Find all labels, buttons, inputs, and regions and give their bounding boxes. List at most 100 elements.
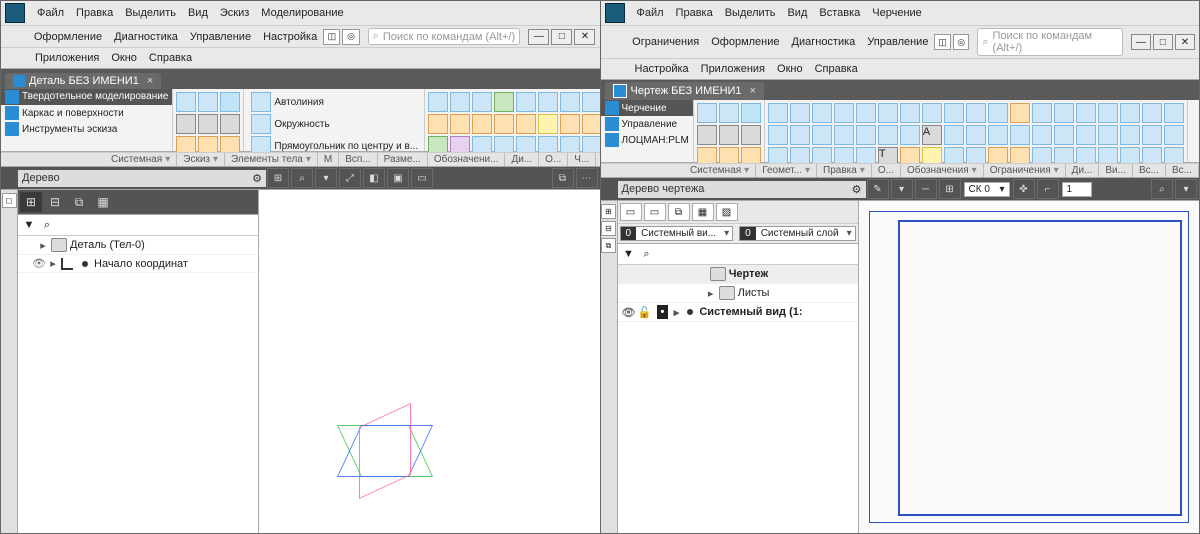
measure-btn[interactable]: ⊞: [267, 168, 289, 188]
shade-btn[interactable]: ▣: [387, 168, 409, 188]
print-icon[interactable]: [176, 114, 196, 134]
tab-close[interactable]: ×: [750, 85, 756, 97]
tab-close[interactable]: ×: [147, 75, 153, 87]
minimize-button[interactable]: —: [528, 29, 549, 45]
close-button[interactable]: ✕: [574, 29, 595, 45]
command-search[interactable]: ⌕ Поиск по командам (Alt+/): [368, 28, 521, 45]
cs-select[interactable]: СК 0▾: [964, 182, 1010, 197]
menu-select[interactable]: Выделить: [119, 5, 182, 21]
tree-mode3[interactable]: ⧉: [68, 192, 90, 212]
disp1[interactable]: ▭: [620, 203, 642, 221]
step-field[interactable]: 1: [1062, 182, 1092, 197]
snap-btn[interactable]: ✜: [1013, 179, 1035, 199]
mode-plm[interactable]: ЛОЦМАН:PLM: [601, 132, 693, 148]
tree-sheets[interactable]: ▸ Листы: [618, 284, 858, 303]
menu-edit[interactable]: Правка: [670, 5, 719, 21]
menu-file[interactable]: Файл: [631, 5, 670, 21]
tree-mode1[interactable]: ⊞: [20, 192, 42, 212]
mode-manage[interactable]: Управление: [601, 116, 693, 132]
maximize-button[interactable]: □: [551, 29, 572, 45]
eye-icon[interactable]: 👁: [622, 306, 638, 319]
menu-view[interactable]: Вид: [182, 5, 214, 21]
menu-design[interactable]: Оформление: [705, 34, 785, 50]
3d-viewport[interactable]: [259, 190, 600, 533]
command-search[interactable]: ⌕ Поиск по командам (Alt+/): [977, 28, 1122, 56]
menu-help[interactable]: Справка: [809, 61, 864, 77]
tree-mode2[interactable]: ⊟: [44, 192, 66, 212]
tree-mode4[interactable]: ▦: [92, 192, 114, 212]
layout-btn[interactable]: ◫: [323, 29, 340, 45]
pencil-btn[interactable]: ✎: [867, 179, 889, 199]
menu-modeling[interactable]: Моделирование: [255, 5, 349, 21]
dd-btn[interactable]: ▾: [891, 179, 913, 199]
eye-icon[interactable]: 👁: [32, 257, 48, 270]
menu-design[interactable]: Оформление: [28, 29, 108, 45]
gear-icon[interactable]: ⚙: [852, 183, 862, 196]
vt1[interactable]: ⊞: [601, 204, 616, 219]
open-icon[interactable]: [198, 92, 218, 112]
mode-wire[interactable]: Каркас и поверхности: [1, 105, 172, 121]
layout-btn[interactable]: ◫: [934, 34, 950, 50]
tree-filter[interactable]: ▼ ⌕: [618, 244, 858, 265]
vt1[interactable]: ◻: [2, 193, 17, 208]
zoom-dd[interactable]: ▾: [315, 168, 337, 188]
document-tab[interactable]: Чертеж БЕЗ ИМЕНИ1 ×: [605, 82, 764, 100]
vt2[interactable]: ⊟: [601, 221, 616, 236]
new-icon[interactable]: [697, 103, 717, 123]
menu-insert[interactable]: Вставка: [813, 5, 866, 21]
2d-viewport[interactable]: [859, 201, 1200, 533]
menu-select[interactable]: Выделить: [719, 5, 782, 21]
save-icon[interactable]: [220, 92, 240, 112]
opts-btn[interactable]: ⋯: [576, 168, 598, 188]
open-icon[interactable]: [719, 103, 739, 123]
grp-sketch[interactable]: Эскиз▾: [177, 153, 225, 166]
mode-drafting[interactable]: Черчение: [601, 100, 693, 116]
tree-root[interactable]: ▸ Деталь (Тел-0): [18, 236, 258, 255]
disp5[interactable]: ▨: [716, 203, 738, 221]
menu-settings[interactable]: Настройка: [257, 29, 323, 45]
cmd-circle[interactable]: Окружность: [246, 113, 422, 135]
tree-sysview[interactable]: 👁 🔓 • ▸ Системный вид (1:: [618, 303, 858, 322]
cmd-autoline[interactable]: Автолиния: [246, 91, 422, 113]
filter-btn[interactable]: ⧉: [552, 168, 574, 188]
menu-window[interactable]: Окно: [105, 50, 143, 66]
disp2[interactable]: ▭: [644, 203, 666, 221]
mode-sketch[interactable]: Инструменты эскиза: [1, 121, 172, 137]
menu-view[interactable]: Вид: [781, 5, 813, 21]
persp-btn[interactable]: ▭: [411, 168, 433, 188]
menu-apps[interactable]: Приложения: [695, 61, 771, 77]
disp3[interactable]: ⧉: [668, 203, 690, 221]
menu-drafting[interactable]: Черчение: [866, 5, 928, 21]
grp-body[interactable]: Элементы тела▾: [225, 153, 318, 166]
zoom-out[interactable]: ⌕: [291, 168, 313, 188]
prop-icon[interactable]: [220, 114, 240, 134]
menu-file[interactable]: Файл: [31, 5, 70, 21]
camera-btn[interactable]: ◎: [953, 34, 969, 50]
doc-icon[interactable]: [198, 114, 218, 134]
new-icon[interactable]: [176, 92, 196, 112]
lock-icon[interactable]: 🔓: [638, 306, 654, 319]
mode-solid[interactable]: Твердотельное моделирование: [1, 89, 172, 105]
fit-btn[interactable]: ⤢: [339, 168, 361, 188]
menu-diag[interactable]: Диагностика: [786, 34, 862, 50]
grp-system[interactable]: Системная▾: [105, 153, 177, 166]
layer-selector[interactable]: 0Системный слой▾: [739, 226, 855, 241]
disp4[interactable]: ▦: [692, 203, 714, 221]
close-button[interactable]: ✕: [1175, 34, 1195, 50]
vt3[interactable]: ⧉: [601, 238, 616, 253]
camera-btn[interactable]: ◎: [342, 29, 359, 45]
view-selector[interactable]: 0Системный ви...▾: [620, 226, 734, 241]
gear-icon[interactable]: ⚙: [252, 172, 262, 185]
save-icon[interactable]: [741, 103, 761, 123]
menu-sketch[interactable]: Эскиз: [214, 5, 255, 21]
maximize-button[interactable]: □: [1153, 34, 1173, 50]
menu-help[interactable]: Справка: [143, 50, 198, 66]
tree-drawing[interactable]: Чертеж: [618, 265, 858, 284]
minimize-button[interactable]: —: [1131, 34, 1151, 50]
opts-btn[interactable]: ▾: [1175, 179, 1197, 199]
menu-edit[interactable]: Правка: [70, 5, 119, 21]
document-tab[interactable]: Деталь БЕЗ ИМЕНИ1 ×: [5, 73, 161, 89]
tree-origin[interactable]: 👁▸ Начало координат: [18, 255, 258, 273]
tree-filter[interactable]: ▼ ⌕: [18, 215, 258, 236]
menu-manage[interactable]: Управление: [861, 34, 934, 50]
